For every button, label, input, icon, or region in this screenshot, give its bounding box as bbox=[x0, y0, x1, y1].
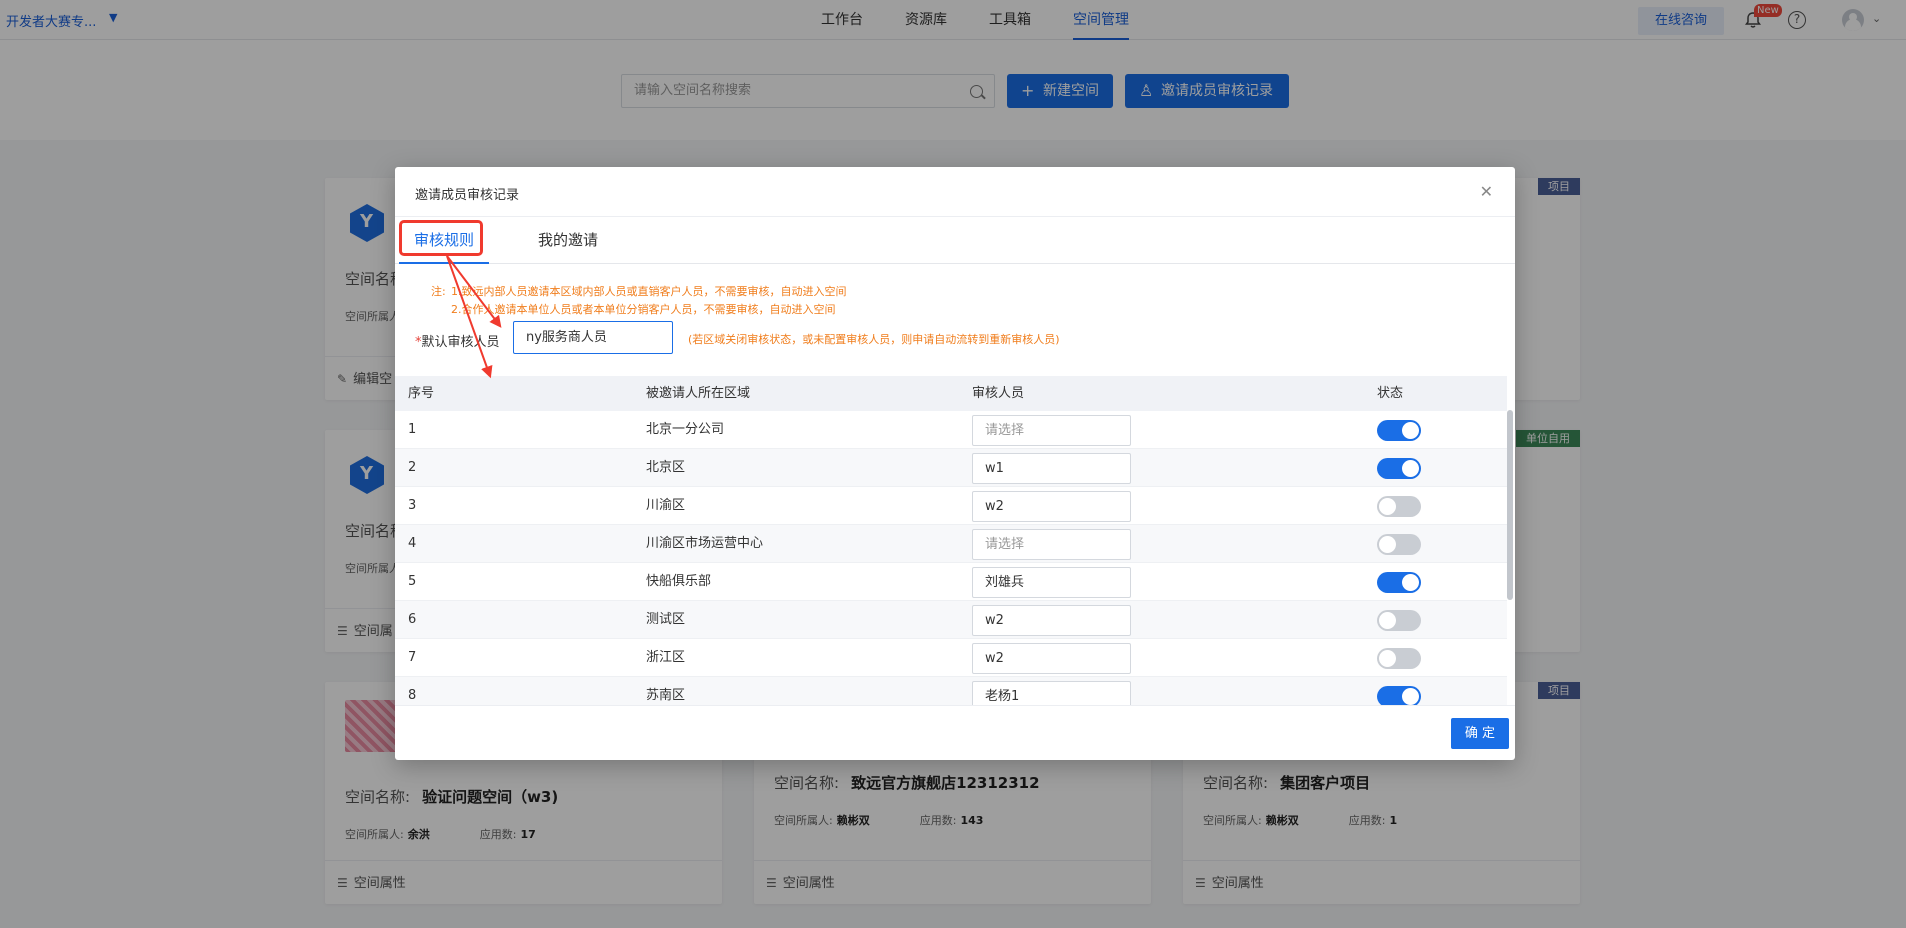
row-region: 川渝区 bbox=[646, 498, 686, 513]
table-row: 3 川渝区 w2 bbox=[395, 487, 1507, 525]
table-row: 4 川渝区市场运营中心 请选择 bbox=[395, 525, 1507, 563]
table-header: 序号 被邀请人所在区域 审核人员 状态 bbox=[395, 376, 1507, 411]
row-index: 5 bbox=[408, 574, 417, 589]
note-line-2: 2.合作人邀请本单位人员或者本单位分销客户人员，不需要审核，自动进入空间 bbox=[451, 303, 836, 316]
table-row: 1 北京一分公司 请选择 bbox=[395, 411, 1507, 449]
default-reviewer-text: 默认审核人员 bbox=[421, 335, 500, 350]
row-status-toggle[interactable] bbox=[1377, 458, 1421, 479]
row-region: 川渝区市场运营中心 bbox=[646, 536, 764, 551]
row-status-toggle[interactable] bbox=[1377, 572, 1421, 593]
row-index: 3 bbox=[408, 498, 417, 513]
table-row: 7 浙江区 w2 bbox=[395, 639, 1507, 677]
row-status-toggle[interactable] bbox=[1377, 648, 1421, 669]
table-row: 5 快船俱乐部 刘雄兵 bbox=[395, 563, 1507, 601]
table-row: 6 测试区 w2 bbox=[395, 601, 1507, 639]
default-reviewer-label: *默认审核人员 bbox=[415, 331, 500, 350]
table-row: 8 苏南区 老杨1 bbox=[395, 677, 1507, 705]
note-line-1: 1.致远内部人员邀请本区域内部人员或直销客户人员，不需要审核，自动进入空间 bbox=[451, 285, 847, 298]
row-reviewer-input[interactable]: w2 bbox=[972, 605, 1131, 636]
row-region: 测试区 bbox=[646, 612, 686, 627]
table-row: 2 北京区 w1 bbox=[395, 449, 1507, 487]
row-status-toggle[interactable] bbox=[1377, 496, 1421, 517]
col-index: 序号 bbox=[408, 386, 435, 401]
row-reviewer-input[interactable]: 刘雄兵 bbox=[972, 567, 1131, 598]
col-region: 被邀请人所在区域 bbox=[646, 386, 751, 401]
row-index: 7 bbox=[408, 650, 417, 665]
default-reviewer-input[interactable]: ny服务商人员 bbox=[513, 321, 673, 354]
row-region: 快船俱乐部 bbox=[646, 574, 712, 589]
row-index: 2 bbox=[408, 460, 417, 475]
note-label: 注: bbox=[431, 285, 446, 298]
table-scrollbar[interactable] bbox=[1507, 410, 1513, 600]
modal-title: 邀请成员审核记录 bbox=[415, 188, 520, 203]
row-status-toggle[interactable] bbox=[1377, 534, 1421, 555]
close-icon[interactable]: ✕ bbox=[1480, 182, 1493, 201]
invite-review-modal: 邀请成员审核记录 ✕ 审核规则 我的邀请 注: 1.致远内部人员邀请本区域内部人… bbox=[395, 167, 1515, 760]
annotation-highlight-box bbox=[399, 220, 483, 256]
review-rules-table: 序号 被邀请人所在区域 审核人员 状态 1 北京一分公司 请选择 2 北京区 w1 3 川渝区… bbox=[395, 376, 1507, 705]
col-reviewer: 审核人员 bbox=[972, 386, 1025, 401]
row-region: 苏南区 bbox=[646, 688, 686, 703]
modal-header: 邀请成员审核记录 ✕ bbox=[395, 167, 1515, 217]
row-reviewer-input[interactable]: 老杨1 bbox=[972, 681, 1131, 705]
row-index: 1 bbox=[408, 422, 417, 437]
row-reviewer-input[interactable]: 请选择 bbox=[972, 415, 1131, 446]
row-region: 北京区 bbox=[646, 460, 686, 475]
row-region: 北京一分公司 bbox=[646, 422, 725, 437]
row-region: 浙江区 bbox=[646, 650, 686, 665]
modal-footer: 确 定 bbox=[395, 705, 1515, 760]
row-status-toggle[interactable] bbox=[1377, 420, 1421, 441]
modal-tabs: 审核规则 我的邀请 bbox=[395, 218, 1515, 264]
row-reviewer-input[interactable]: w1 bbox=[972, 453, 1131, 484]
row-index: 6 bbox=[408, 612, 417, 627]
row-reviewer-input[interactable]: 请选择 bbox=[972, 529, 1131, 560]
row-status-toggle[interactable] bbox=[1377, 686, 1421, 705]
tab-my-invites[interactable]: 我的邀请 bbox=[523, 218, 613, 264]
row-index: 8 bbox=[408, 688, 417, 703]
row-index: 4 bbox=[408, 536, 417, 551]
default-reviewer-hint: (若区域关闭审核状态，或未配置审核人员，则申请自动流转到重新审核人员) bbox=[688, 333, 1060, 346]
row-reviewer-input[interactable]: w2 bbox=[972, 491, 1131, 522]
col-status: 状态 bbox=[1377, 386, 1404, 401]
row-reviewer-input[interactable]: w2 bbox=[972, 643, 1131, 674]
confirm-button[interactable]: 确 定 bbox=[1451, 718, 1509, 749]
row-status-toggle[interactable] bbox=[1377, 610, 1421, 631]
